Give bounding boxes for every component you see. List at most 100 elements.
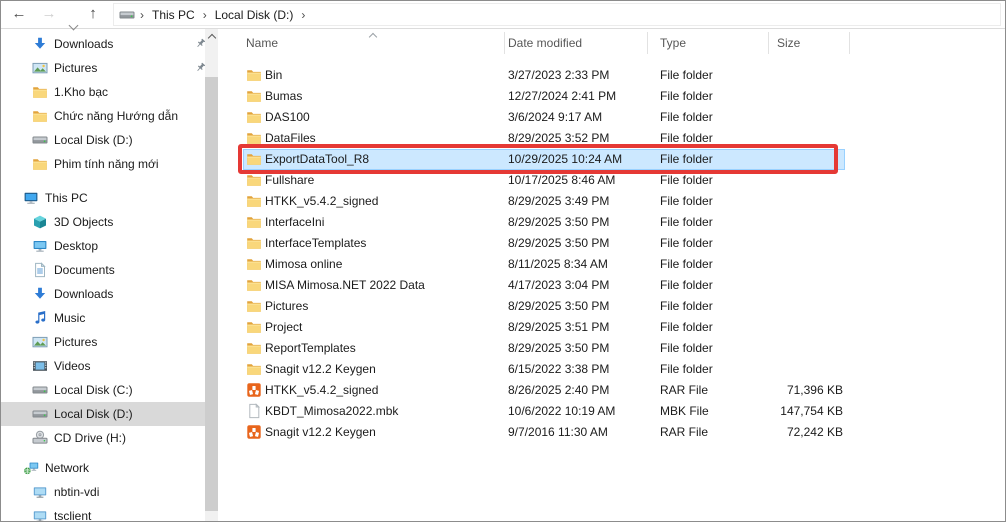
file-row-exportdatatool-r8[interactable]: ExportDataTool_R810/29/2025 10:24 AMFile…: [243, 149, 845, 170]
sidebar-item-3d-objects[interactable]: 3D Objects: [1, 210, 205, 234]
folder-icon: [246, 277, 262, 293]
sidebar-scrollbar[interactable]: [205, 29, 218, 521]
file-row-htkk-v5-4-2-signed[interactable]: HTKK_v5.4.2_signed8/26/2025 2:40 PMRAR F…: [243, 380, 845, 401]
file-name: DataFiles: [265, 128, 316, 149]
file-date-modified: 8/29/2025 3:51 PM: [508, 317, 609, 338]
sidebar-item-ch-c-n-ng-h-ng-d-n[interactable]: Chức năng Hướng dẫn: [1, 104, 205, 128]
sidebar-item-pictures[interactable]: Pictures: [1, 56, 205, 80]
sidebar-item-1-kho-b-c[interactable]: 1.Kho bạc: [1, 80, 205, 104]
file-row-fullshare[interactable]: Fullshare10/17/2025 8:46 AMFile folder: [243, 170, 845, 191]
drive-icon: [32, 382, 48, 398]
file-name: MISA Mimosa.NET 2022 Data: [265, 275, 425, 296]
file-row-kbdt-mimosa2022-mbk[interactable]: KBDT_Mimosa2022.mbk10/6/2022 10:19 AMMBK…: [243, 401, 845, 422]
folder-icon: [246, 109, 262, 125]
file-row-snagit-v12-2-keygen[interactable]: Snagit v12.2 Keygen9/7/2016 11:30 AMRAR …: [243, 422, 845, 443]
file-row-snagit-v12-2-keygen[interactable]: Snagit v12.2 Keygen6/15/2022 3:38 PMFile…: [243, 359, 845, 380]
file-type: File folder: [660, 107, 713, 128]
sidebar-item-local-disk-c[interactable]: Local Disk (C:): [1, 378, 205, 402]
column-divider[interactable]: [504, 32, 505, 54]
up-icon[interactable]: ↑: [83, 1, 103, 27]
folder-icon: [246, 172, 262, 188]
sidebar-item-nbtin-vdi[interactable]: nbtin-vdi: [1, 480, 205, 504]
file-row-bin[interactable]: Bin3/27/2023 2:33 PMFile folder: [243, 65, 845, 86]
file-date-modified: 3/6/2024 9:17 AM: [508, 107, 602, 128]
sidebar-item-local-disk-d[interactable]: Local Disk (D:): [1, 402, 205, 426]
sidebar-item-network[interactable]: Network: [1, 456, 205, 480]
cube3d-icon: [32, 214, 48, 230]
file-row-pictures[interactable]: Pictures8/29/2025 3:50 PMFile folder: [243, 296, 845, 317]
folder-icon: [246, 88, 262, 104]
scrollbar-thumb[interactable]: [205, 77, 218, 511]
file-row-htkk-v5-4-2-signed[interactable]: HTKK_v5.4.2_signed8/29/2025 3:49 PMFile …: [243, 191, 845, 212]
sidebar-item-downloads[interactable]: Downloads: [1, 32, 205, 56]
file-type: File folder: [660, 149, 713, 170]
file-name: Fullshare: [265, 170, 314, 191]
breadcrumb-separator-icon[interactable]: ›: [198, 8, 212, 22]
file-row-interfaceini[interactable]: InterfaceIni8/29/2025 3:50 PMFile folder: [243, 212, 845, 233]
back-icon[interactable]: ←: [9, 1, 29, 27]
breadcrumb-separator-icon[interactable]: ›: [135, 8, 149, 22]
cd-icon: [32, 430, 48, 446]
chevron-down-icon[interactable]: [63, 1, 83, 27]
file-date-modified: 9/7/2016 11:30 AM: [508, 422, 608, 443]
column-header-date-modified[interactable]: Date modified: [508, 29, 582, 57]
file-row-bumas[interactable]: Bumas12/27/2024 2:41 PMFile folder: [243, 86, 845, 107]
file-row-reporttemplates[interactable]: ReportTemplates8/29/2025 3:50 PMFile fol…: [243, 338, 845, 359]
sidebar-item-videos[interactable]: Videos: [1, 354, 205, 378]
file-name: Snagit v12.2 Keygen: [265, 422, 376, 443]
file-row-interfacetemplates[interactable]: InterfaceTemplates8/29/2025 3:50 PMFile …: [243, 233, 845, 254]
breadcrumb-item-this-pc[interactable]: This PC: [149, 8, 198, 22]
forward-icon[interactable]: →: [39, 1, 59, 27]
pc-icon: [32, 484, 48, 500]
sidebar-item-label: Desktop: [54, 239, 98, 253]
sidebar-item-local-disk-d[interactable]: Local Disk (D:): [1, 128, 205, 152]
file-row-misa-mimosa-net-2022-data[interactable]: MISA Mimosa.NET 2022 Data4/17/2023 3:04 …: [243, 275, 845, 296]
sidebar-item-documents[interactable]: Documents: [1, 258, 205, 282]
file-type: File folder: [660, 338, 713, 359]
breadcrumb-item-local-disk-d[interactable]: Local Disk (D:): [212, 8, 297, 22]
file-type: File folder: [660, 191, 713, 212]
column-divider[interactable]: [768, 32, 769, 54]
file-date-modified: 8/29/2025 3:50 PM: [508, 338, 609, 359]
file-date-modified: 8/29/2025 3:50 PM: [508, 233, 609, 254]
folder-icon: [246, 361, 262, 377]
column-header-size[interactable]: Size: [777, 29, 800, 57]
file-icon: [246, 403, 262, 419]
file-type: RAR File: [660, 380, 708, 401]
pin-icon: [194, 37, 205, 50]
column-divider[interactable]: [647, 32, 648, 54]
drive-icon: [32, 132, 48, 148]
breadcrumb-separator-icon[interactable]: ›: [296, 8, 310, 22]
folder-icon: [246, 130, 262, 146]
file-type: File folder: [660, 233, 713, 254]
sidebar-item-pictures[interactable]: Pictures: [1, 330, 205, 354]
sidebar-item-desktop[interactable]: Desktop: [1, 234, 205, 258]
sidebar-item-label: Local Disk (C:): [54, 383, 133, 397]
folder-icon: [32, 84, 48, 100]
downloads-icon: [32, 36, 48, 52]
address-bar[interactable]: ›This PC›Local Disk (D:)›: [113, 3, 1001, 26]
file-rows: Bin3/27/2023 2:33 PMFile folderBumas12/2…: [218, 65, 1005, 521]
sidebar-item-tsclient[interactable]: tsclient: [1, 504, 205, 521]
sidebar-item-downloads[interactable]: Downloads: [1, 282, 205, 306]
file-row-project[interactable]: Project8/29/2025 3:51 PMFile folder: [243, 317, 845, 338]
scroll-up-icon[interactable]: [207, 34, 215, 42]
file-row-das100[interactable]: DAS1003/6/2024 9:17 AMFile folder: [243, 107, 845, 128]
sidebar-item-label: Local Disk (D:): [54, 133, 133, 147]
file-date-modified: 10/17/2025 8:46 AM: [508, 170, 615, 191]
sidebar-item-label: Network: [45, 461, 89, 475]
sort-ascending-icon: [369, 33, 377, 41]
column-header-name[interactable]: Name: [246, 29, 278, 57]
file-name: HTKK_v5.4.2_signed: [265, 380, 378, 401]
file-size: 147,754 KB: [763, 401, 843, 422]
column-header-type[interactable]: Type: [660, 29, 686, 57]
pictures-icon: [32, 334, 48, 350]
sidebar-item-cd-drive-h[interactable]: CD Drive (H:): [1, 426, 205, 450]
file-type: File folder: [660, 212, 713, 233]
column-divider[interactable]: [849, 32, 850, 54]
file-row-mimosa-online[interactable]: Mimosa online8/11/2025 8:34 AMFile folde…: [243, 254, 845, 275]
file-row-datafiles[interactable]: DataFiles8/29/2025 3:52 PMFile folder: [243, 128, 845, 149]
sidebar-item-music[interactable]: Music: [1, 306, 205, 330]
sidebar-item-phim-t-nh-n-ng-m-i[interactable]: Phim tính năng mới: [1, 152, 205, 176]
sidebar-item-this-pc[interactable]: This PC: [1, 186, 205, 210]
